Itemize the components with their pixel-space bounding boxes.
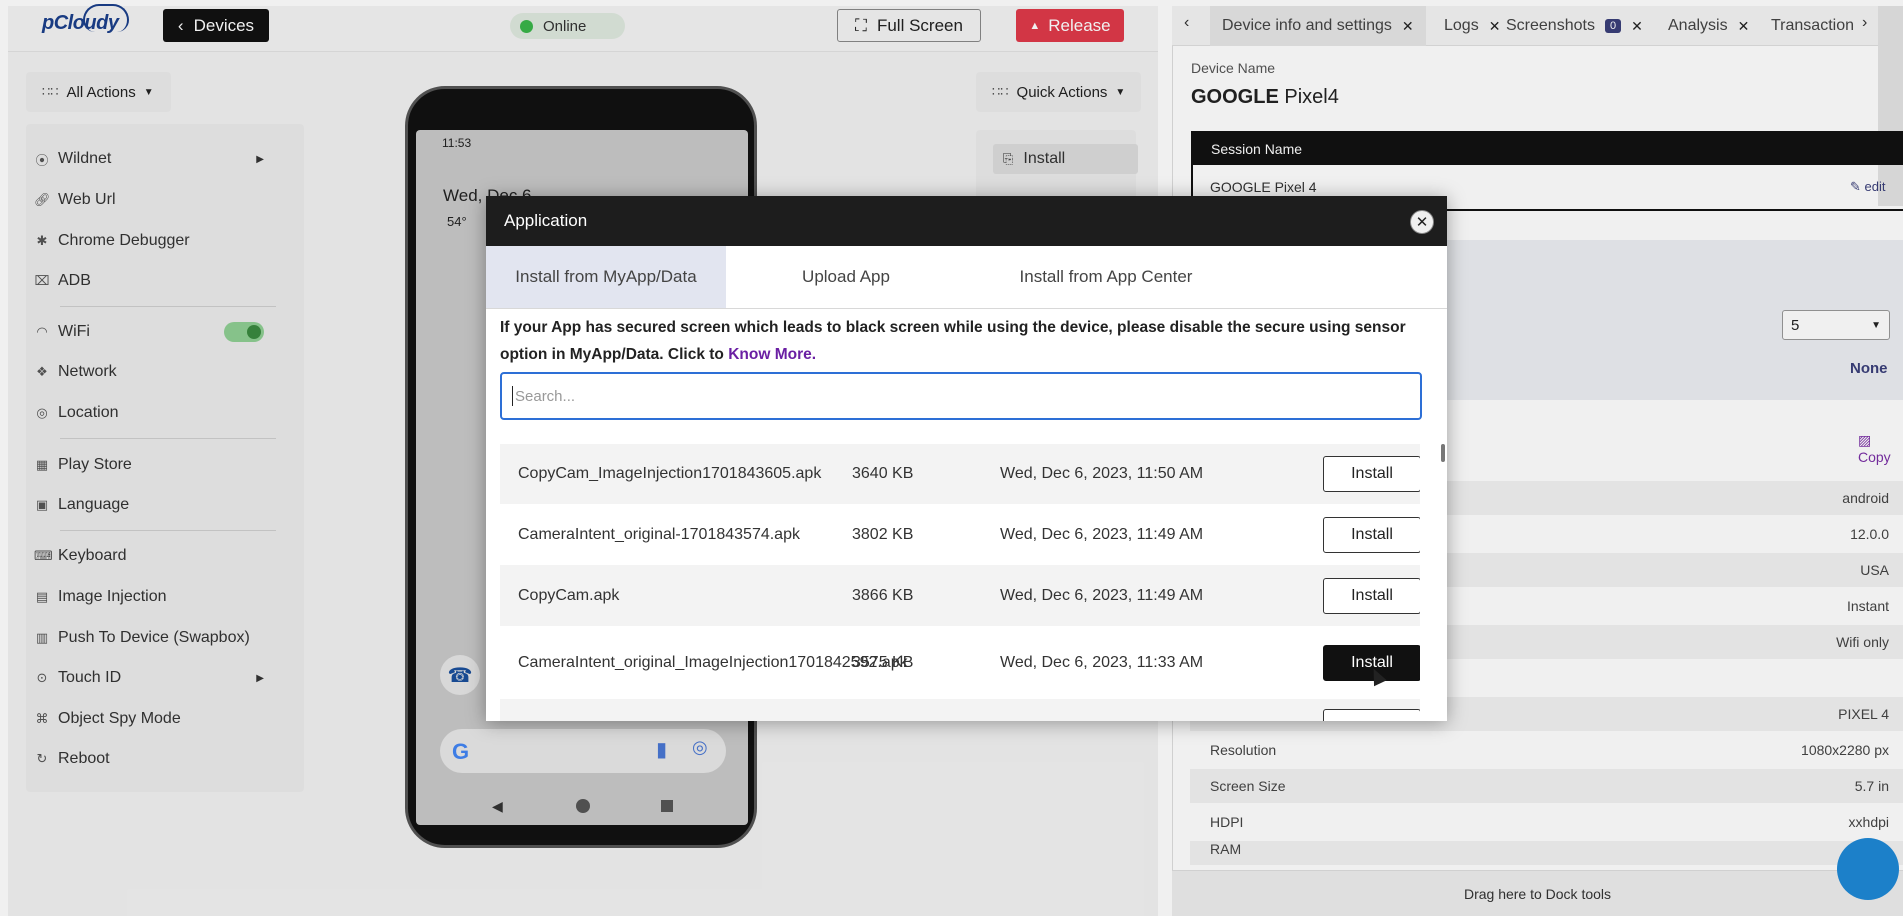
- tab-upload-app[interactable]: Upload App: [726, 246, 966, 308]
- app-name: CopyCam.apk: [518, 586, 620, 604]
- application-modal: Application ✕ Install from MyApp/Data Up…: [486, 196, 1447, 721]
- app-date: Wed, Dec 6, 2023, 11:50 AM: [1000, 465, 1204, 482]
- search-input[interactable]: Search...: [500, 372, 1422, 420]
- app-date: Wed, Dec 6, 2023, 11:49 AM: [1000, 525, 1204, 543]
- text-caret: [512, 386, 513, 406]
- app-date: Wed, Dec 6, 2023, 11:49 AM: [1000, 586, 1204, 604]
- app-name: CameraIntent_original-1701843574.apk: [518, 525, 800, 543]
- secure-screen-notice: If your App has secured screen which lea…: [500, 314, 1430, 368]
- modal-title: Application: [486, 196, 1447, 246]
- install-button[interactable]: Install: [1323, 577, 1420, 614]
- app-name: CameraIntent_original_ImageInjection1701…: [518, 653, 908, 671]
- app-size: 3802 KB: [852, 525, 914, 543]
- table-row: CameraIntent_original-1701843574.apk 380…: [500, 504, 1420, 565]
- app-date: Wed, Dec 6, 2023, 11:33 AM: [1000, 653, 1204, 671]
- know-more-link[interactable]: Know More.: [728, 346, 816, 363]
- table-row: CopyCam_ImageInjection1701843605.apk 364…: [500, 444, 1420, 504]
- app-frame: pCloudy ‹ Devices Online ⛶ Full Screen ▲…: [0, 0, 1903, 916]
- tab-install-from-app-center[interactable]: Install from App Center: [966, 246, 1246, 308]
- table-row: CameraIntent_original_ImageInjection1701…: [500, 626, 1420, 699]
- search-placeholder: Search...: [515, 387, 576, 405]
- app-name: CopyCam_ImageInjection1701843605.apk: [518, 465, 822, 482]
- table-row: CopyCam.apk 3866 KB Wed, Dec 6, 2023, 11…: [500, 565, 1420, 626]
- table-row: [500, 699, 1420, 721]
- app-size: 3640 KB: [852, 465, 914, 482]
- scrollbar[interactable]: [1441, 444, 1445, 462]
- close-icon[interactable]: ✕: [1410, 210, 1434, 234]
- divider: [486, 308, 1447, 309]
- install-button[interactable]: [1323, 709, 1420, 721]
- app-list: CopyCam_ImageInjection1701843605.apk 364…: [500, 444, 1420, 721]
- app-size: 3575 KB: [852, 653, 914, 671]
- app-size: 3866 KB: [852, 586, 914, 604]
- notice-text: If your App has secured screen which lea…: [500, 319, 1406, 363]
- install-button[interactable]: Install: [1323, 456, 1420, 492]
- tab-install-from-myapp[interactable]: Install from MyApp/Data: [486, 246, 726, 308]
- install-button[interactable]: Install: [1323, 516, 1420, 553]
